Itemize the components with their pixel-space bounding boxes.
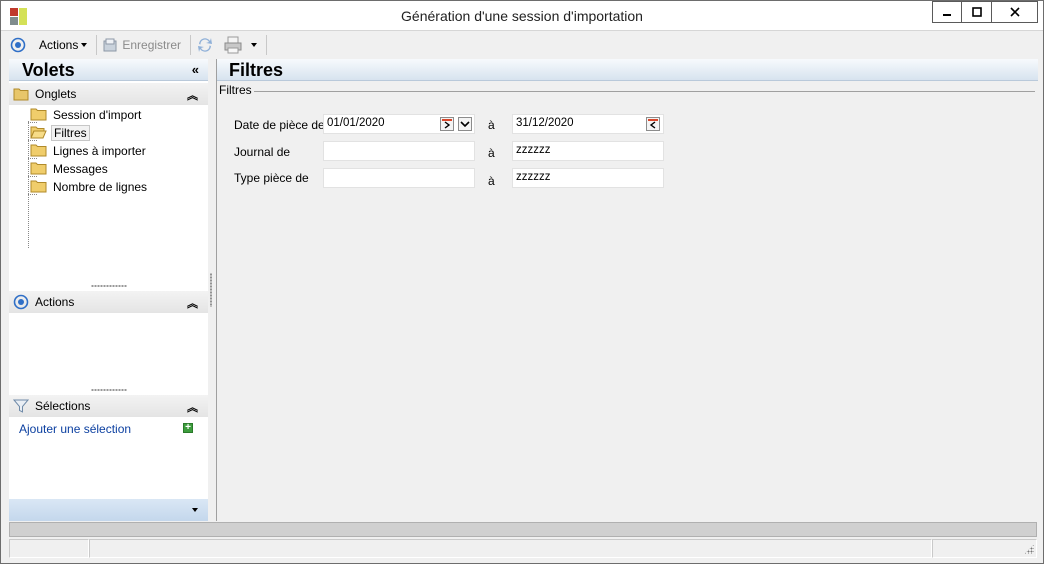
journal-from-label: Journal de [234, 145, 291, 159]
close-icon [1009, 7, 1020, 17]
actions-section-title: Actions [35, 295, 75, 309]
tree-item-label: Lignes à importer [53, 143, 146, 158]
journal-from-input[interactable] [323, 141, 475, 161]
save-icon [103, 38, 117, 51]
main-header: Filtres [217, 59, 1038, 81]
folder-icon [30, 108, 47, 121]
date-shortcut-button[interactable] [646, 117, 660, 131]
panels-title: Volets [22, 60, 75, 80]
tree-item-label: Session d'import [53, 107, 142, 122]
save-button[interactable]: Enregistrer [102, 34, 181, 56]
tabs-section-header[interactable]: Onglets ︽ [9, 83, 208, 105]
section-resize-grip[interactable] [91, 285, 127, 287]
target-icon [10, 37, 26, 52]
chevron-down-icon [460, 121, 470, 128]
title-bar: Génération d'une session d'importation [1, 1, 1043, 31]
collapse-section-icon[interactable]: ︽ [187, 295, 198, 311]
type-piece-from-label: Type pièce de [234, 171, 309, 185]
chevron-right-icon [442, 119, 452, 129]
date-to-input[interactable]: 31/12/2020 [512, 114, 664, 134]
add-selection-link[interactable]: Ajouter une sélection [19, 422, 131, 436]
add-icon[interactable]: + [183, 423, 193, 433]
main-panel: Filtres Filtres Date de pièce de 01/01/2… [216, 59, 1038, 521]
journal-to-input[interactable]: zzzzzz [512, 141, 664, 161]
tree-item-session-import[interactable]: Session d'import [30, 106, 143, 123]
horizontal-scrollbar[interactable] [9, 522, 1037, 537]
save-label: Enregistrer [122, 37, 182, 52]
status-cell [9, 539, 89, 558]
chevron-down-icon [192, 508, 198, 512]
date-from-label: Date de pièce de [234, 118, 325, 132]
chevron-down-icon[interactable] [251, 42, 258, 47]
status-cell [932, 539, 1037, 558]
side-panel: Volets « Onglets ︽ Session d'import Filt… [9, 59, 208, 521]
toolbar: Actions Enregistrer [1, 32, 1043, 57]
open-folder-icon [30, 126, 47, 139]
panels-footer[interactable] [9, 499, 208, 521]
tree-item-label: Filtres [51, 124, 90, 141]
tree-item-nombre-de-lignes[interactable]: Nombre de lignes [30, 178, 149, 195]
toolbar-separator [96, 34, 98, 55]
refresh-button[interactable] [196, 34, 214, 56]
toolbar-separator [266, 34, 268, 55]
date-from-value: 01/01/2020 [327, 117, 385, 129]
target-icon [13, 294, 29, 310]
status-bar [9, 539, 1037, 558]
journal-to-label: à [488, 146, 495, 160]
status-cell [89, 539, 932, 558]
actions-section-header[interactable]: Actions ︽ [9, 291, 208, 313]
type-piece-to-value: zzzzzz [516, 171, 551, 183]
close-button[interactable] [992, 1, 1038, 23]
group-divider [253, 91, 1035, 92]
maximize-button[interactable] [962, 1, 992, 23]
date-dropdown-button[interactable] [458, 117, 472, 131]
minimize-icon [943, 14, 951, 16]
type-piece-to-input[interactable]: zzzzzz [512, 168, 664, 188]
folder-icon [30, 162, 47, 175]
tree-item-lignes-a-importer[interactable]: Lignes à importer [30, 142, 148, 159]
minimize-button[interactable] [932, 1, 962, 23]
printer-icon [224, 36, 242, 53]
caption-buttons [932, 1, 1038, 23]
actions-label: Actions [39, 37, 79, 52]
collapse-section-icon[interactable]: ︽ [187, 399, 198, 415]
filters-group-label: Filtres [219, 83, 254, 97]
collapse-panel-icon[interactable]: « [192, 62, 199, 77]
collapse-section-icon[interactable]: ︽ [187, 87, 198, 103]
folder-icon [30, 180, 47, 193]
filter-icon [13, 399, 29, 413]
date-shortcut-button[interactable] [440, 117, 454, 131]
date-to-label: à [488, 118, 495, 132]
actions-menu-button[interactable]: Actions [10, 34, 88, 56]
journal-to-value: zzzzzz [516, 144, 551, 156]
panel-splitter[interactable] [210, 273, 212, 307]
folder-icon [30, 144, 47, 157]
selections-section-title: Sélections [35, 399, 91, 413]
date-to-value: 31/12/2020 [516, 117, 574, 129]
selections-section-header[interactable]: Sélections ︽ [9, 395, 208, 417]
chevron-down-icon [81, 42, 88, 47]
tree-item-filtres[interactable]: Filtres [30, 124, 90, 141]
maximize-icon [971, 7, 982, 17]
toolbar-separator [190, 34, 192, 55]
tree-item-label: Messages [53, 161, 108, 176]
date-from-input[interactable]: 01/01/2020 [323, 114, 475, 134]
tabs-section-title: Onglets [35, 87, 77, 101]
window-title: Génération d'une session d'importation [401, 8, 643, 24]
type-piece-from-input[interactable] [323, 168, 475, 188]
refresh-icon [198, 37, 213, 52]
tree-item-label: Nombre de lignes [53, 179, 148, 194]
type-piece-to-label: à [488, 174, 495, 188]
print-button[interactable] [224, 34, 258, 56]
window: Génération d'une session d'importation A… [0, 0, 1044, 564]
tree-item-messages[interactable]: Messages [30, 160, 110, 177]
panels-header: Volets « [9, 59, 208, 81]
chevron-left-icon [648, 119, 658, 129]
section-resize-grip[interactable] [91, 389, 127, 391]
folder-icon [13, 88, 29, 101]
page-title: Filtres [229, 60, 284, 80]
